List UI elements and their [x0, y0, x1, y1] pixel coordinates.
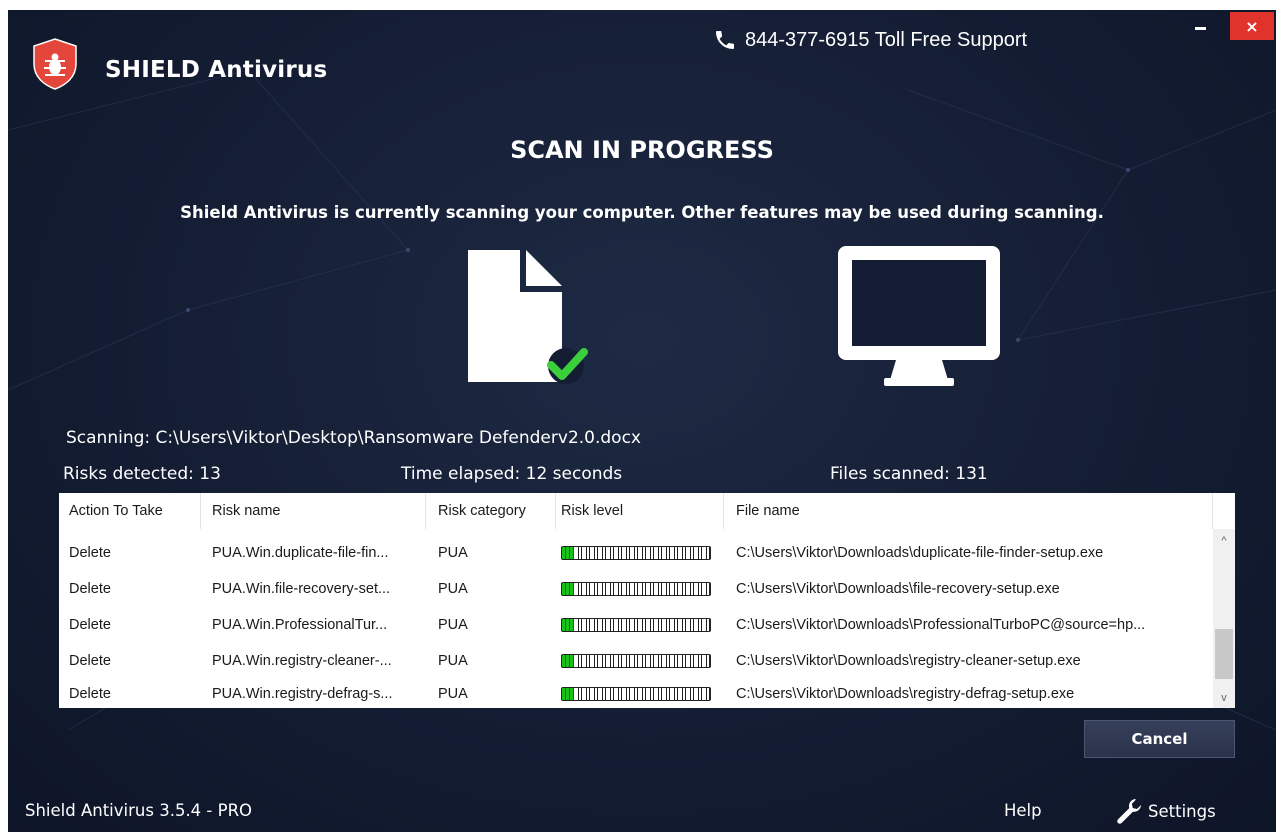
risk-level-fill [562, 619, 574, 631]
row-file-name: C:\Users\Viktor\Downloads\ProfessionalTu… [736, 617, 1146, 633]
risk-level-bar [561, 582, 711, 596]
column-header-risk-level[interactable]: Risk level [556, 493, 724, 529]
table-header: Action To Take Risk name Risk category R… [59, 493, 1213, 529]
row-risk-category: PUA [438, 685, 468, 702]
row-risk-level [556, 571, 724, 607]
version-label: Shield Antivirus 3.5.4 - PRO [25, 801, 253, 820]
row-file-name: C:\Users\Viktor\Downloads\registry-clean… [736, 653, 1081, 669]
minimize-icon [1194, 26, 1206, 30]
row-risk-level [556, 643, 724, 679]
row-risk-name: PUA.Win.file-recovery-set... [212, 581, 391, 597]
row-file-name: C:\Users\Viktor\Downloads\registry-defra… [736, 685, 1075, 702]
help-link[interactable]: Help [1004, 801, 1042, 820]
document-check-icon [468, 250, 588, 384]
app-window: SHIELD Antivirus 844-377-6915 Toll Free … [8, 10, 1276, 832]
risk-level-bar [561, 654, 711, 668]
column-header-file-name[interactable]: File name [724, 493, 1213, 529]
scan-subtitle: Shield Antivirus is currently scanning y… [180, 203, 1104, 222]
column-header-risk-category[interactable]: Risk category [426, 493, 556, 529]
table-scrollbar[interactable]: ^ v [1213, 529, 1235, 708]
row-action[interactable]: Delete [59, 571, 201, 607]
row-file-name: C:\Users\Viktor\Downloads\file-recovery-… [736, 581, 1060, 597]
close-icon: × [1245, 16, 1259, 36]
row-risk-name: PUA.Win.registry-cleaner-... [212, 653, 392, 669]
row-risk-name: PUA.Win.duplicate-file-fin... [212, 545, 389, 561]
row-action[interactable]: Delete [59, 679, 201, 708]
table-row[interactable]: Delete PUA.Win.registry-cleaner-... PUA … [59, 643, 1213, 679]
monitor-icon [838, 246, 1000, 386]
risks-table: Action To Take Risk name Risk category R… [59, 493, 1235, 708]
scan-title: SCAN IN PROGRESS [510, 136, 774, 164]
settings-label: Settings [1148, 801, 1216, 821]
row-file-name: C:\Users\Viktor\Downloads\duplicate-file… [736, 545, 1104, 561]
close-button[interactable]: × [1230, 12, 1274, 40]
scroll-up-icon[interactable]: ^ [1213, 531, 1235, 551]
cancel-button[interactable]: Cancel [1084, 720, 1235, 758]
column-header-risk-name[interactable]: Risk name [202, 493, 426, 529]
table-row[interactable]: Delete PUA.Win.duplicate-file-fin... PUA… [59, 535, 1213, 571]
row-risk-level [556, 535, 724, 571]
phone-icon [716, 31, 734, 49]
risk-level-fill [562, 583, 574, 595]
files-scanned: Files scanned: 131 [830, 464, 988, 484]
row-risk-category: PUA [438, 545, 468, 561]
risks-detected: Risks detected: 13 [63, 464, 221, 484]
row-action[interactable]: Delete [59, 643, 201, 679]
risk-level-fill [562, 687, 574, 700]
scrollbar-thumb[interactable] [1215, 629, 1233, 679]
row-action[interactable]: Delete [59, 535, 201, 571]
support-phone-text: 844-377-6915 Toll Free Support [745, 28, 1028, 51]
risk-level-bar [561, 686, 711, 701]
row-risk-level [556, 679, 724, 708]
settings-button[interactable]: Settings [1114, 796, 1216, 826]
row-risk-name: PUA.Win.registry-defrag-s... [212, 685, 393, 702]
risk-level-bar [561, 546, 711, 560]
row-risk-level [556, 607, 724, 643]
row-risk-category: PUA [438, 617, 468, 633]
table-row[interactable]: Delete PUA.Win.ProfessionalTur... PUA C:… [59, 607, 1213, 643]
app-brand: SHIELD Antivirus [105, 57, 328, 83]
time-elapsed: Time elapsed: 12 seconds [401, 464, 623, 484]
wrench-icon [1117, 798, 1141, 824]
support-phone[interactable]: 844-377-6915 Toll Free Support [713, 28, 1027, 52]
table-row[interactable]: Delete PUA.Win.file-recovery-set... PUA … [59, 571, 1213, 607]
scroll-down-icon[interactable]: v [1213, 688, 1235, 708]
risk-level-fill [562, 547, 574, 559]
minimize-button[interactable] [1184, 12, 1216, 38]
row-action[interactable]: Delete [59, 607, 201, 643]
row-risk-category: PUA [438, 653, 468, 669]
column-header-action[interactable]: Action To Take [59, 493, 201, 529]
risk-level-fill [562, 655, 574, 667]
row-risk-category: PUA [438, 581, 468, 597]
risk-level-bar [561, 618, 711, 632]
network-background [8, 68, 1276, 731]
shield-bug-icon [33, 38, 77, 90]
current-scan-file: Scanning: C:\Users\Viktor\Desktop\Ransom… [66, 428, 641, 448]
table-row[interactable]: Delete PUA.Win.registry-defrag-s... PUA … [59, 679, 1213, 708]
row-risk-name: PUA.Win.ProfessionalTur... [212, 617, 388, 633]
